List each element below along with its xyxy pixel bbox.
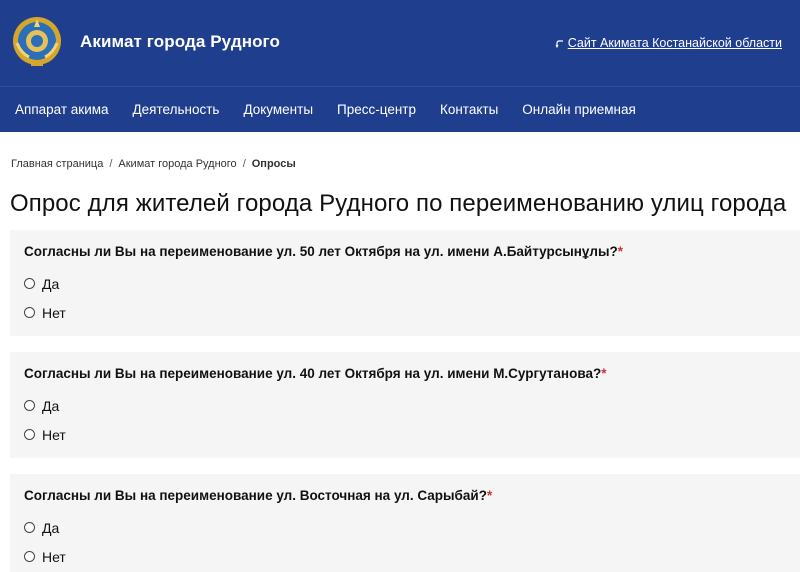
breadcrumb-separator: / xyxy=(109,158,113,170)
required-mark: * xyxy=(617,244,624,259)
option-label: Нет xyxy=(42,304,66,321)
breadcrumb: Главная страница / Акимат города Рудного… xyxy=(11,158,296,170)
option-label: Нет xyxy=(42,426,66,443)
regional-akimat-link[interactable]: Сайт Акимата Костанайской области xyxy=(555,36,782,50)
nav-item-apparat[interactable]: Аппарат акима xyxy=(15,102,109,117)
option-label: Да xyxy=(42,519,60,536)
question-text: Согласны ли Вы на переименование ул. 50 … xyxy=(24,244,624,259)
site-header: Акимат города Рудного Сайт Акимата Коста… xyxy=(0,0,800,86)
question-text: Согласны ли Вы на переименование ул. 40 … xyxy=(24,366,607,381)
regional-link-label: Сайт Акимата Костанайской области xyxy=(567,36,782,50)
radio-button[interactable] xyxy=(24,429,35,440)
option-no[interactable]: Нет xyxy=(24,298,800,327)
radio-button[interactable] xyxy=(24,522,35,533)
required-mark: * xyxy=(601,366,607,381)
option-yes[interactable]: Да xyxy=(24,269,800,298)
nav-item-documents[interactable]: Документы xyxy=(243,102,313,117)
required-mark: * xyxy=(486,488,493,503)
option-yes[interactable]: Да xyxy=(24,513,800,542)
question-card-1: Согласны ли Вы на переименование ул. 50 … xyxy=(10,230,800,336)
radio-button[interactable] xyxy=(24,307,35,318)
nav-item-contacts[interactable]: Контакты xyxy=(440,102,498,117)
question-card-2: Согласны ли Вы на переименование ул. 40 … xyxy=(10,352,800,458)
kazakhstan-emblem-icon[interactable] xyxy=(11,13,63,69)
site-title[interactable]: Акимат города Рудного xyxy=(80,32,280,52)
radio-button[interactable] xyxy=(24,551,35,562)
radio-button[interactable] xyxy=(24,278,35,289)
nav-item-activity[interactable]: Деятельность xyxy=(133,102,220,117)
main-navigation: Аппарат акима Деятельность Документы Пре… xyxy=(0,86,800,132)
question-card-3: Согласны ли Вы на переименование ул. Вос… xyxy=(10,474,800,572)
question-text: Согласны ли Вы на переименование ул. Вос… xyxy=(24,488,493,503)
option-no[interactable]: Нет xyxy=(24,420,800,449)
radio-button[interactable] xyxy=(24,400,35,411)
option-label: Да xyxy=(42,275,60,292)
option-label: Нет xyxy=(42,548,66,565)
return-arrow-icon xyxy=(555,38,565,49)
page-title: Опрос для жителей города Рудного по пере… xyxy=(10,190,787,217)
breadcrumb-akimat[interactable]: Акимат города Рудного xyxy=(118,158,236,170)
option-no[interactable]: Нет xyxy=(24,542,800,571)
option-label: Да xyxy=(42,397,60,414)
nav-item-press-center[interactable]: Пресс-центр xyxy=(337,102,416,117)
nav-item-online-reception[interactable]: Онлайн приемная xyxy=(522,102,636,117)
breadcrumb-current: Опросы xyxy=(251,158,296,170)
breadcrumb-separator: / xyxy=(242,158,246,170)
breadcrumb-home[interactable]: Главная страница xyxy=(11,158,103,170)
option-yes[interactable]: Да xyxy=(24,391,800,420)
